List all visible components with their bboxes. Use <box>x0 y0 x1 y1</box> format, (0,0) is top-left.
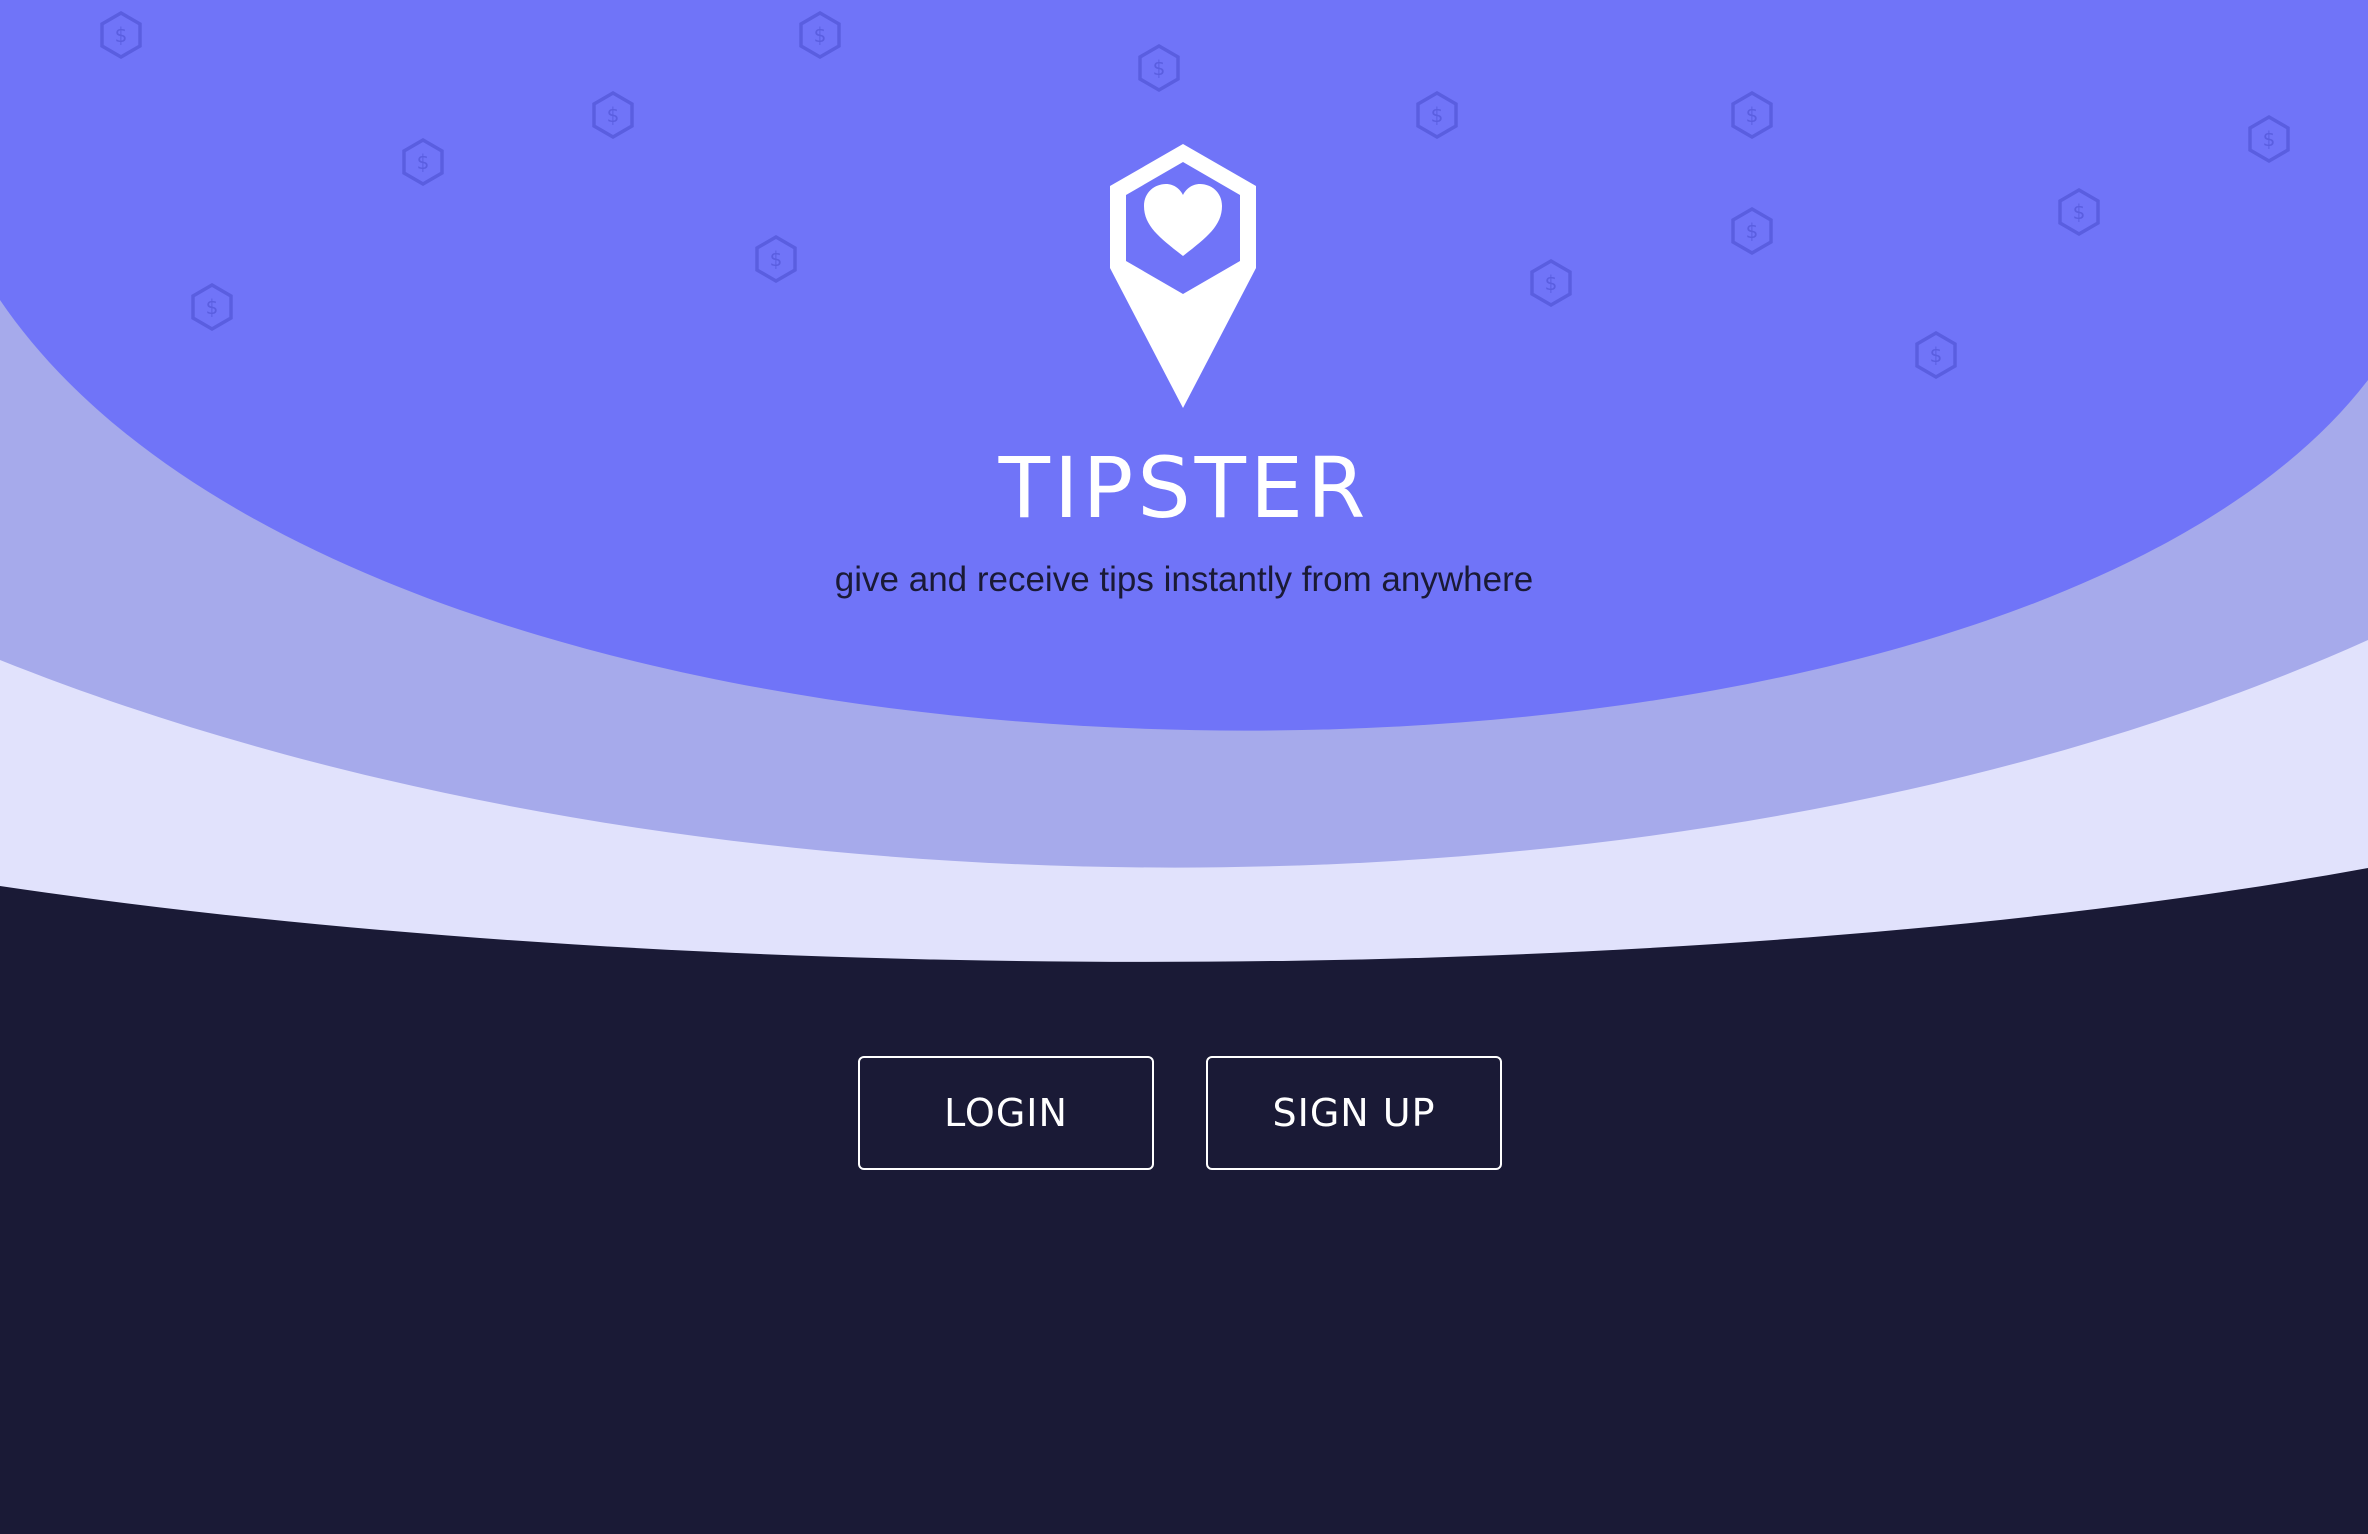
svg-text:$: $ <box>2073 200 2086 224</box>
svg-text:$: $ <box>115 23 128 47</box>
svg-text:$: $ <box>1746 103 1759 127</box>
svg-text:$: $ <box>1153 56 1166 80</box>
dollar-hexagon-icon: $ <box>2054 187 2104 237</box>
svg-text:$: $ <box>2263 127 2276 151</box>
svg-text:$: $ <box>1746 219 1759 243</box>
dollar-hexagon-icon: $ <box>795 10 845 60</box>
dollar-hexagon-icon: $ <box>398 137 448 187</box>
dollar-hexagon-icon: $ <box>1526 258 1576 308</box>
svg-text:$: $ <box>607 103 620 127</box>
svg-text:$: $ <box>417 150 430 174</box>
dollar-hexagon-icon: $ <box>751 234 801 284</box>
tagline: give and receive tips instantly from any… <box>834 560 1534 599</box>
dollar-hexagon-icon: $ <box>2244 114 2294 164</box>
dollar-hexagon-icon: $ <box>96 10 146 60</box>
dollar-hexagon-icon: $ <box>1412 90 1462 140</box>
landing-screen: $ $ $ $ $ $ $ $ $ $ $ $ $ $ TIPSTER give… <box>0 0 2368 1534</box>
svg-text:$: $ <box>770 247 783 271</box>
svg-text:$: $ <box>1431 103 1444 127</box>
svg-text:$: $ <box>1930 343 1943 367</box>
signup-button[interactable]: SIGN UP <box>1206 1056 1502 1170</box>
dollar-hexagon-icon: $ <box>1727 206 1777 256</box>
login-button[interactable]: LOGIN <box>858 1056 1154 1170</box>
svg-text:$: $ <box>1545 271 1558 295</box>
svg-text:$: $ <box>814 23 827 47</box>
app-title: TIPSTER <box>998 439 1370 537</box>
dollar-hexagon-icon: $ <box>187 282 237 332</box>
dollar-hexagon-icon: $ <box>588 90 638 140</box>
dollar-hexagon-icon: $ <box>1911 330 1961 380</box>
heart-location-pin-icon <box>1104 140 1262 412</box>
dollar-hexagon-icon: $ <box>1727 90 1777 140</box>
svg-text:$: $ <box>206 295 219 319</box>
dollar-hexagon-icon: $ <box>1134 43 1184 93</box>
